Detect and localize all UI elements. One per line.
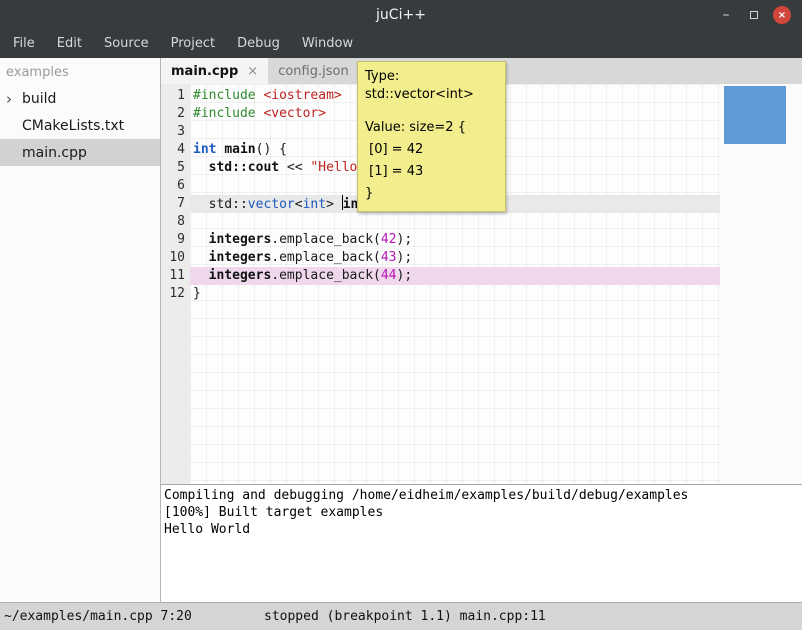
code-token [193, 160, 209, 175]
code-token: int [303, 197, 326, 212]
code-token: main [224, 142, 255, 157]
line-number[interactable]: 5 [161, 159, 185, 177]
tab-label: main.cpp [171, 64, 238, 79]
titlebar: juCi++ – × [0, 0, 802, 30]
code-token: ); [397, 250, 413, 265]
code-token: .emplace_back( [271, 232, 381, 247]
minimap-viewport[interactable] [724, 86, 786, 144]
code-line-9[interactable]: integers.emplace_back(42); [190, 231, 720, 249]
close-icon: × [773, 6, 791, 24]
menu-debug[interactable]: Debug [226, 30, 291, 58]
code-token: < [295, 197, 303, 212]
code-token: } [193, 286, 201, 301]
menubar: FileEditSourceProjectDebugWindow [0, 30, 802, 58]
code-token: 44 [381, 268, 397, 283]
code-token: int [193, 142, 216, 157]
code-token: std::cout [209, 160, 279, 175]
tree-item-main-cpp[interactable]: main.cpp [0, 139, 160, 166]
menu-window[interactable]: Window [291, 30, 364, 58]
tab-main-cpp[interactable]: main.cpp × [161, 58, 268, 84]
restore-icon [750, 11, 758, 19]
tree-item-label: main.cpp [22, 145, 87, 161]
line-number[interactable]: 8 [161, 213, 185, 231]
status-debug-state: stopped (breakpoint 1.1) main.cpp:11 [264, 603, 546, 630]
window-title: juCi++ [376, 7, 426, 23]
code-token: .emplace_back( [271, 250, 381, 265]
code-token: vector [248, 197, 295, 212]
line-number[interactable]: 3 [161, 123, 185, 141]
expand-chevron-icon[interactable]: › [6, 92, 22, 106]
terminal-line: Hello World [164, 521, 799, 538]
code-token [193, 268, 209, 283]
menu-edit[interactable]: Edit [46, 30, 93, 58]
menu-project[interactable]: Project [160, 30, 226, 58]
tooltip-value-line: Value: size=2 { [365, 117, 498, 139]
menu-file[interactable]: File [2, 30, 46, 58]
line-number[interactable]: 7 [161, 195, 185, 213]
terminal-output[interactable]: Compiling and debugging /home/eidheim/ex… [161, 484, 802, 602]
line-number[interactable]: 12 [161, 285, 185, 303]
minimap[interactable] [720, 84, 802, 484]
code-token [193, 250, 209, 265]
line-number[interactable]: 1 [161, 87, 185, 105]
code-token: ); [397, 232, 413, 247]
statusbar: ~/examples/main.cpp 7:20 stopped (breakp… [0, 602, 802, 630]
debug-value-tooltip: Type: std::vector<int> Value: size=2 { [… [357, 61, 506, 212]
code-token: #include [193, 106, 256, 121]
code-token [193, 197, 209, 212]
tree-item-build[interactable]: ›build [0, 85, 160, 112]
code-line-10[interactable]: integers.emplace_back(43); [190, 249, 720, 267]
project-folder-name: examples [0, 58, 160, 85]
code-token: .emplace_back( [271, 268, 381, 283]
tooltip-value-block: Value: size=2 { [0] = 42 [1] = 43} [365, 117, 498, 205]
line-number[interactable]: 4 [161, 141, 185, 159]
tab-label: config.json [278, 64, 349, 79]
line-number[interactable]: 10 [161, 249, 185, 267]
code-line-8[interactable] [190, 213, 720, 231]
terminal-line: [100%] Built target examples [164, 504, 799, 521]
tree-item-label: build [22, 91, 56, 107]
line-number[interactable]: 11 [161, 267, 185, 285]
code-token: std:: [209, 197, 248, 212]
code-token: <vector> [263, 106, 326, 121]
tooltip-value-line: [1] = 43 [365, 161, 498, 183]
tooltip-type-line: Type: std::vector<int> [365, 68, 498, 104]
code-token: () { [256, 142, 287, 157]
code-token: > [326, 197, 342, 212]
code-token: << [279, 160, 310, 175]
file-tree-panel: examples ›build CMakeLists.txt main.cpp [0, 58, 161, 602]
terminal-line: Compiling and debugging /home/eidheim/ex… [164, 487, 799, 504]
line-number[interactable]: 9 [161, 231, 185, 249]
code-token: ); [397, 268, 413, 283]
code-token: integers [209, 250, 272, 265]
code-line-12[interactable]: } [190, 285, 720, 303]
line-number[interactable]: 6 [161, 177, 185, 195]
window-controls: – × [712, 0, 796, 30]
code-token: 43 [381, 250, 397, 265]
close-button[interactable]: × [768, 0, 796, 30]
code-token: integers [209, 268, 272, 283]
app-window: juCi++ – × FileEditSourceProjectDebugWin… [0, 0, 802, 630]
code-token: #include [193, 88, 256, 103]
tooltip-value-line: [0] = 42 [365, 139, 498, 161]
menu-source[interactable]: Source [93, 30, 160, 58]
code-token: 42 [381, 232, 397, 247]
tooltip-value-line: } [365, 183, 498, 205]
tab-close-icon[interactable]: × [247, 64, 258, 79]
status-file-position: ~/examples/main.cpp 7:20 [4, 603, 192, 630]
line-number-gutter[interactable]: 123456789101112 [161, 84, 190, 484]
code-token [193, 232, 209, 247]
file-tree: ›build CMakeLists.txt main.cpp [0, 85, 160, 166]
tree-item-cmakelists-txt[interactable]: CMakeLists.txt [0, 112, 160, 139]
line-number[interactable]: 2 [161, 105, 185, 123]
minimize-icon: – [723, 10, 730, 20]
code-token: integers [209, 232, 272, 247]
code-token: <iostream> [263, 88, 341, 103]
minimize-button[interactable]: – [712, 0, 740, 30]
code-line-11[interactable]: integers.emplace_back(44); [190, 267, 720, 285]
restore-button[interactable] [740, 0, 768, 30]
tree-item-label: CMakeLists.txt [22, 118, 124, 134]
